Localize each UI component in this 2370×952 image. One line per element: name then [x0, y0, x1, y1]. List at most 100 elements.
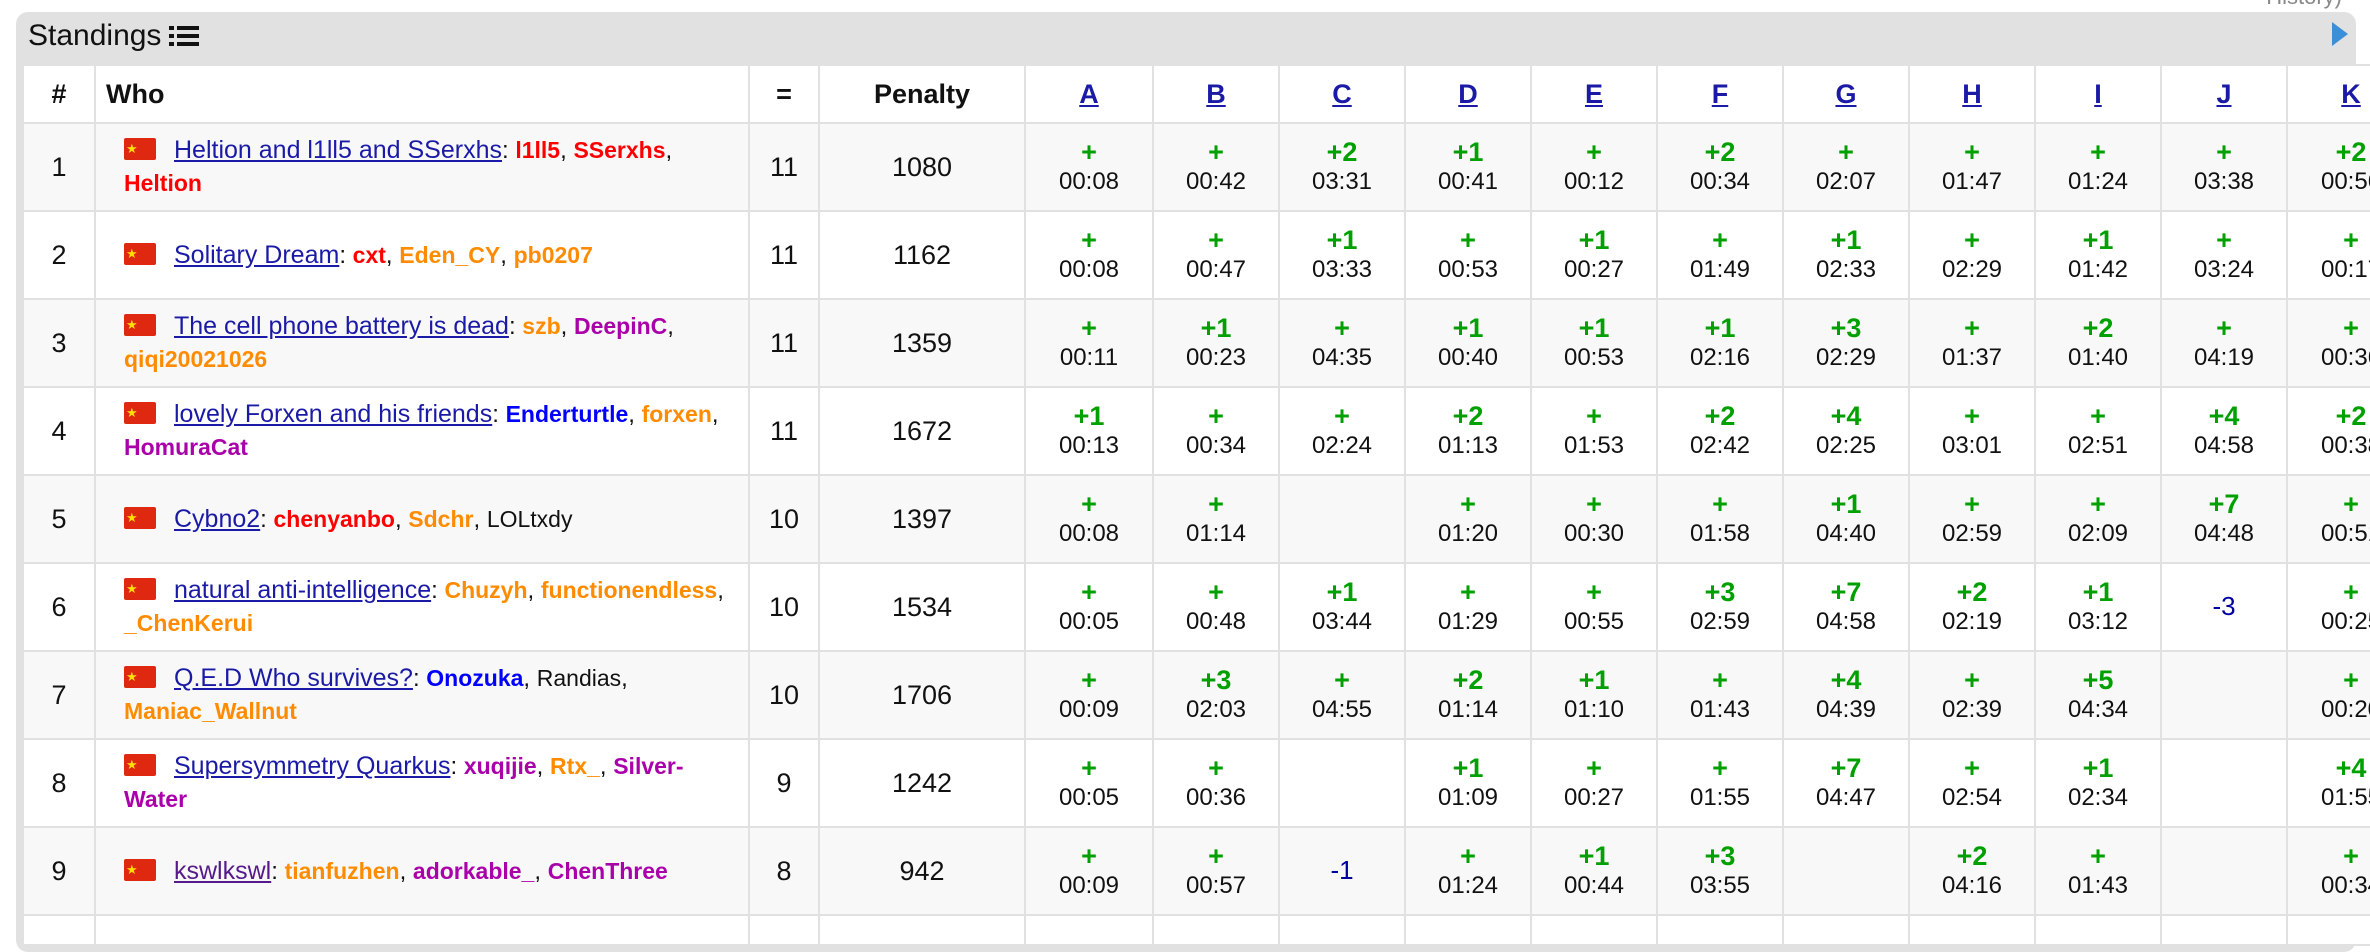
problem-result-cell[interactable]: +01:24	[1404, 826, 1532, 916]
problem-result-cell[interactable]: +00:36	[2286, 298, 2370, 388]
problem-result-cell[interactable]: +00:57	[1152, 826, 1280, 916]
problem-result-cell[interactable]: +00:08	[1024, 210, 1154, 300]
member-handle-link[interactable]: xuqijie	[464, 753, 537, 779]
problem-result-cell[interactable]: +02:09	[2034, 474, 2162, 564]
problem-result-cell[interactable]: +1 01:42	[2034, 210, 2162, 300]
problem-result-cell[interactable]: +02:51	[2034, 386, 2162, 476]
problem-result-cell[interactable]: +7 04:47	[1782, 738, 1910, 828]
problem-result-cell[interactable]	[2286, 914, 2370, 946]
team-name-link[interactable]: The cell phone battery is dead	[174, 312, 509, 340]
problem-result-cell[interactable]: +01:58	[1656, 474, 1784, 564]
problem-result-cell[interactable]: +2 03:31	[1278, 122, 1406, 212]
problem-result-cell[interactable]: +01:49	[1656, 210, 1784, 300]
member-handle-link[interactable]: _ChenKerui	[124, 610, 253, 636]
member-handle-link[interactable]: Rtx_	[550, 753, 600, 779]
problem-result-cell[interactable]: +1 00:53	[1530, 298, 1658, 388]
member-handle-link[interactable]: SSerxhs	[573, 137, 665, 163]
problem-result-cell[interactable]: +00:20	[2286, 650, 2370, 740]
member-handle-link[interactable]: Randias	[537, 665, 621, 691]
problem-result-cell[interactable]: +1 00:40	[1404, 298, 1532, 388]
member-handle-link[interactable]: tianfuzhen	[285, 858, 400, 884]
problem-result-cell[interactable]: +1 00:27	[1530, 210, 1658, 300]
member-handle-link[interactable]: cxt	[353, 242, 386, 268]
problem-result-cell[interactable]: +2 01:40	[2034, 298, 2162, 388]
problem-result-cell[interactable]: +2 02:42	[1656, 386, 1784, 476]
problem-result-cell[interactable]: +01:43	[1656, 650, 1784, 740]
problem-result-cell[interactable]: +00:05	[1024, 562, 1154, 652]
problem-result-cell[interactable]: +00:27	[1530, 738, 1658, 828]
problem-result-cell[interactable]	[1782, 826, 1910, 916]
member-handle-link[interactable]: ChenThree	[548, 858, 668, 884]
problem-result-cell[interactable]: +1 00:44	[1530, 826, 1658, 916]
member-handle-link[interactable]: Maniac_Wallnut	[124, 698, 297, 724]
problem-link[interactable]: I	[2094, 79, 2102, 109]
problem-result-cell[interactable]: -3	[2160, 562, 2288, 652]
problem-result-cell[interactable]: +00:36	[1152, 738, 1280, 828]
member-handle-link[interactable]: forxen	[642, 401, 712, 427]
problem-result-cell[interactable]: +01:47	[1908, 122, 2036, 212]
problem-link[interactable]: H	[1962, 79, 1982, 109]
problem-result-cell[interactable]: +02:29	[1908, 210, 2036, 300]
history-link-fragment[interactable]: History)	[2266, 0, 2342, 10]
problem-result-cell[interactable]: +7 04:58	[1782, 562, 1910, 652]
problem-result-cell[interactable]: +3 02:29	[1782, 298, 1910, 388]
problem-result-cell[interactable]: +04:35	[1278, 298, 1406, 388]
problem-result-cell[interactable]: +00:47	[1152, 210, 1280, 300]
problem-result-cell[interactable]: +01:14	[1152, 474, 1280, 564]
team-name-link[interactable]: lovely Forxen and his friends	[174, 400, 492, 428]
problem-result-cell[interactable]: +00:09	[1024, 826, 1154, 916]
problem-result-cell[interactable]	[1278, 914, 1406, 946]
expand-arrow-icon[interactable]	[2332, 22, 2348, 46]
problem-result-cell[interactable]	[1530, 914, 1658, 946]
problem-result-cell[interactable]	[1782, 914, 1910, 946]
member-handle-link[interactable]: Chuzyh	[444, 577, 527, 603]
problem-result-cell[interactable]: +00:30	[1530, 474, 1658, 564]
problem-result-cell[interactable]: +1 03:12	[2034, 562, 2162, 652]
problem-result-cell[interactable]: +02:59	[1908, 474, 2036, 564]
team-name-link[interactable]: Q.E.D Who survives?	[174, 664, 413, 692]
problem-result-cell[interactable]: +00:53	[1404, 210, 1532, 300]
problem-result-cell[interactable]	[2160, 914, 2288, 946]
problem-result-cell[interactable]: +1 03:33	[1278, 210, 1406, 300]
member-handle-link[interactable]: Onozuka	[426, 665, 523, 691]
problem-result-cell[interactable]: +1 01:09	[1404, 738, 1532, 828]
problem-result-cell[interactable]: +00:09	[1024, 650, 1154, 740]
problem-result-cell[interactable]: +2 00:34	[1656, 122, 1784, 212]
problem-result-cell[interactable]	[1024, 914, 1154, 946]
member-handle-link[interactable]: adorkable_	[413, 858, 534, 884]
problem-result-cell[interactable]: +02:39	[1908, 650, 2036, 740]
member-handle-link[interactable]: chenyanbo	[274, 506, 395, 532]
problem-result-cell[interactable]: +00:34	[1152, 386, 1280, 476]
problem-result-cell[interactable]: +02:07	[1782, 122, 1910, 212]
problem-result-cell[interactable]: +00:25	[2286, 562, 2370, 652]
problem-result-cell[interactable]: +03:01	[1908, 386, 2036, 476]
problem-result-cell[interactable]	[2034, 914, 2162, 946]
member-handle-link[interactable]: functionendless	[541, 577, 717, 603]
list-icon[interactable]	[169, 23, 200, 49]
problem-result-cell[interactable]: +03:24	[2160, 210, 2288, 300]
member-handle-link[interactable]: Enderturtle	[506, 401, 629, 427]
problem-result-cell[interactable]: +01:37	[1908, 298, 2036, 388]
problem-link[interactable]: F	[1712, 79, 1729, 109]
team-name-link[interactable]: natural anti-intelligence	[174, 576, 431, 604]
problem-result-cell[interactable]	[1152, 914, 1280, 946]
problem-link[interactable]: D	[1458, 79, 1478, 109]
member-handle-link[interactable]: DeepinC	[574, 313, 667, 339]
problem-result-cell[interactable]: +00:17	[2286, 210, 2370, 300]
problem-result-cell[interactable]: +03:38	[2160, 122, 2288, 212]
problem-result-cell[interactable]: +00:55	[1530, 562, 1658, 652]
problem-result-cell[interactable]: +00:34	[2286, 826, 2370, 916]
problem-result-cell[interactable]: +01:53	[1530, 386, 1658, 476]
team-name-link[interactable]: Heltion and l1ll5 and SSerxhs	[174, 136, 502, 164]
member-handle-link[interactable]: l1ll5	[515, 137, 560, 163]
problem-result-cell[interactable]: +5 04:34	[2034, 650, 2162, 740]
problem-result-cell[interactable]: +04:55	[1278, 650, 1406, 740]
problem-result-cell[interactable]: +00:11	[1024, 298, 1154, 388]
problem-result-cell[interactable]	[1278, 474, 1406, 564]
problem-result-cell[interactable]: +1 03:44	[1278, 562, 1406, 652]
problem-result-cell[interactable]	[2160, 650, 2288, 740]
problem-result-cell[interactable]	[1278, 738, 1406, 828]
problem-result-cell[interactable]: +1 00:23	[1152, 298, 1280, 388]
problem-result-cell[interactable]: +401:55	[2286, 738, 2370, 828]
problem-result-cell[interactable]: +02:54	[1908, 738, 2036, 828]
